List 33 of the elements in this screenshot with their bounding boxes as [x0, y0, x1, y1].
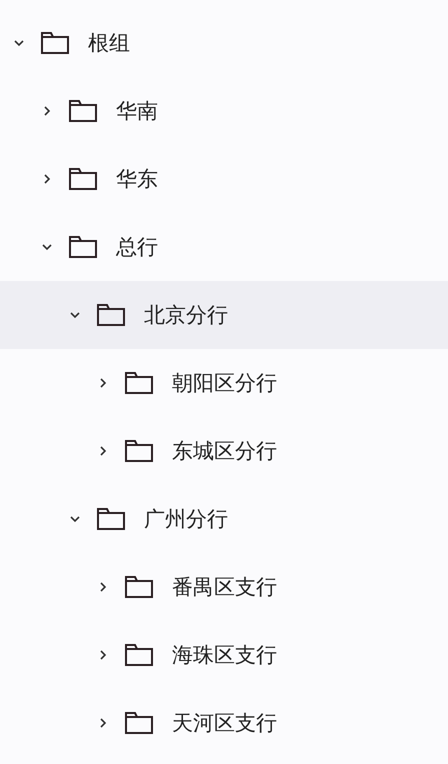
tree-row[interactable]: 广州分行: [0, 485, 448, 553]
tree-row[interactable]: 天河区支行: [0, 689, 448, 757]
folder-icon: [124, 711, 154, 735]
folder-icon: [96, 507, 126, 531]
node-label: 朝阳区分行: [172, 370, 277, 397]
folder-icon: [68, 235, 98, 259]
node-label: 番禺区支行: [172, 574, 277, 601]
tree-row[interactable]: 海珠区支行: [0, 621, 448, 689]
folder-icon: [124, 371, 154, 395]
folder-icon: [124, 575, 154, 599]
folder-icon: [68, 167, 98, 191]
tree-row[interactable]: 华南: [0, 77, 448, 145]
tree-row[interactable]: 根组: [0, 9, 448, 77]
folder-icon: [40, 31, 70, 55]
node-label: 华东: [116, 166, 158, 193]
node-label: 广州分行: [144, 506, 228, 533]
node-label: 总行: [116, 234, 158, 261]
node-label: 东城区分行: [172, 438, 277, 465]
folder-icon: [124, 643, 154, 667]
tree-row[interactable]: 总行: [0, 213, 448, 281]
folder-icon: [68, 99, 98, 123]
node-label: 北京分行: [144, 302, 228, 329]
node-label: 根组: [88, 30, 130, 57]
node-label: 海珠区支行: [172, 642, 277, 669]
tree-row[interactable]: 东城区分行: [0, 417, 448, 485]
tree-row[interactable]: 华东: [0, 145, 448, 213]
tree-row[interactable]: 北京分行: [0, 281, 448, 349]
tree-row[interactable]: 朝阳区分行: [0, 349, 448, 417]
folder-icon: [124, 439, 154, 463]
tree-row[interactable]: 番禺区支行: [0, 553, 448, 621]
node-label: 华南: [116, 98, 158, 125]
node-label: 天河区支行: [172, 710, 277, 737]
folder-icon: [96, 303, 126, 327]
